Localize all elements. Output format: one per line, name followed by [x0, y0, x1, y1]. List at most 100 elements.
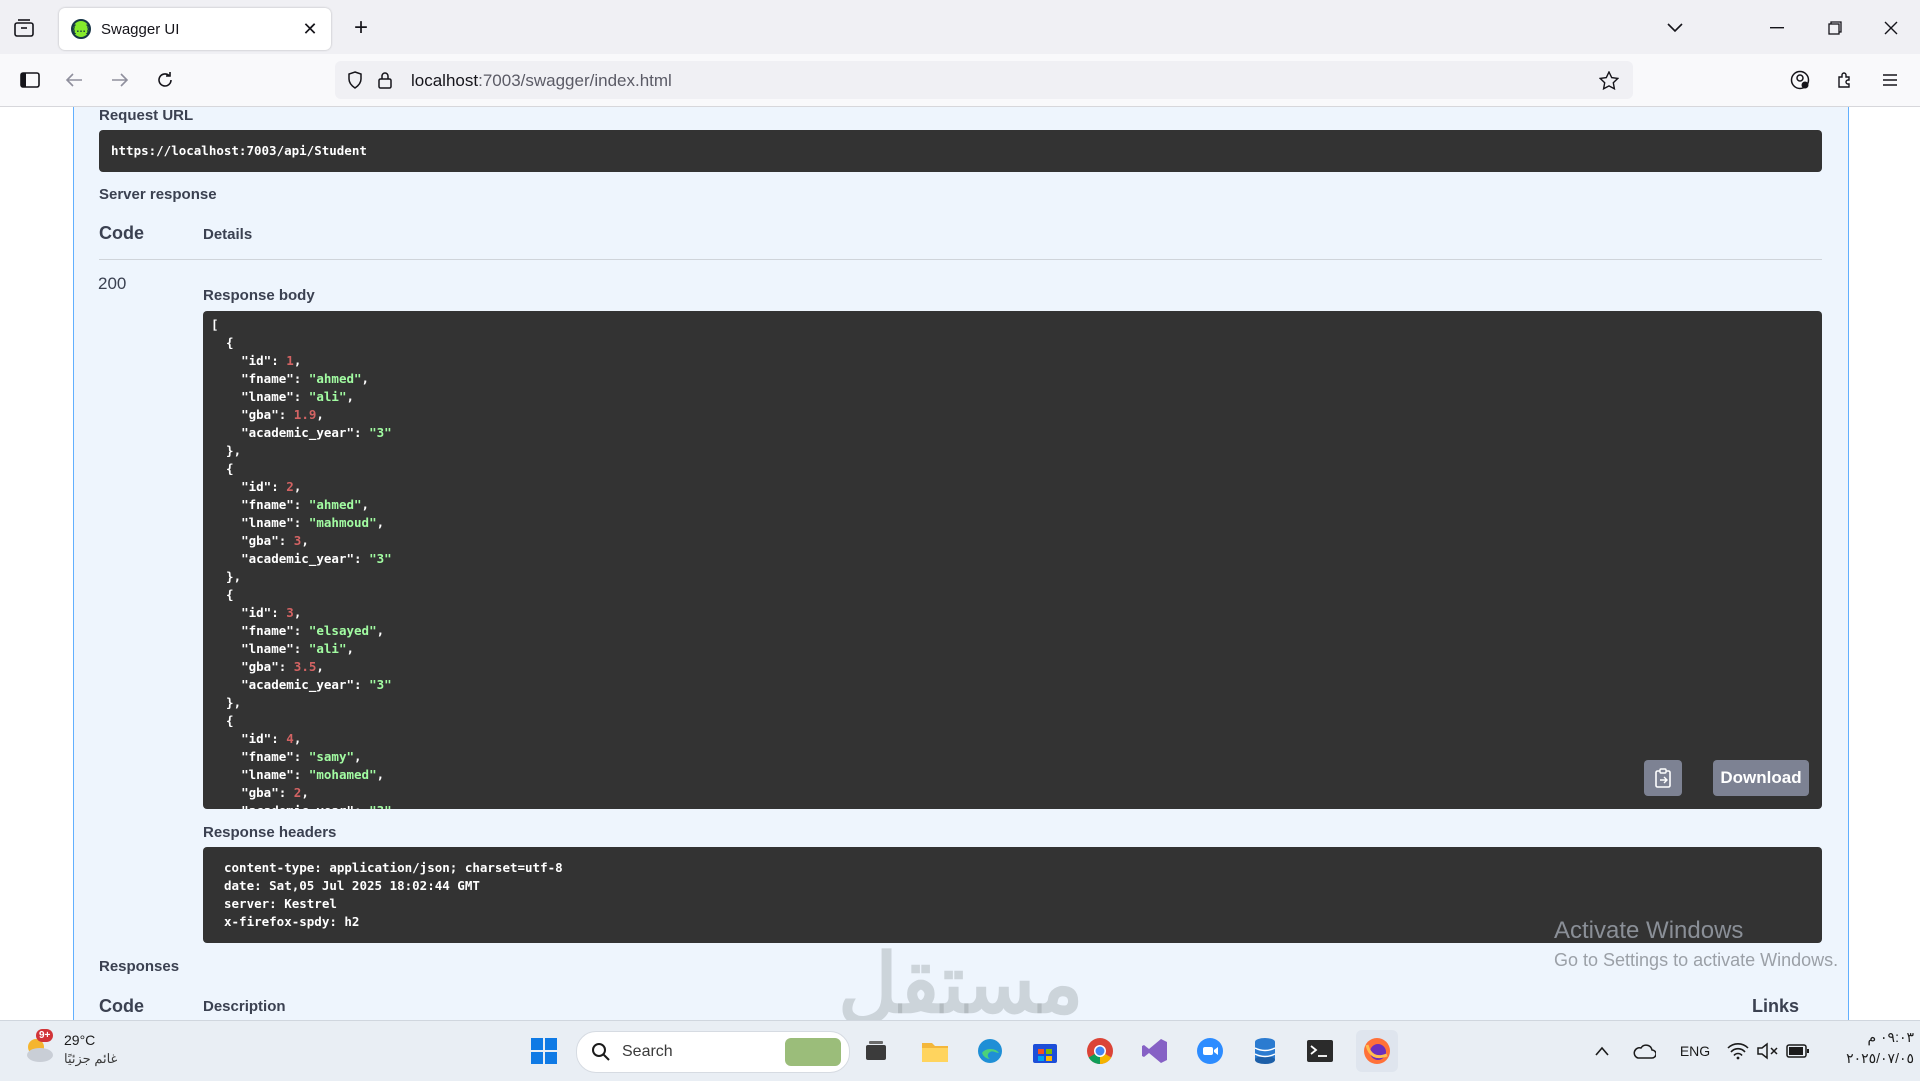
responses-label: Responses: [99, 958, 180, 975]
json-line: "academic_year": "3": [211, 425, 392, 440]
json-line: "gba": 1.9,: [211, 407, 324, 422]
tab-title: Swagger UI: [101, 20, 180, 38]
json-line: "academic_year": "3": [211, 802, 392, 809]
response-header-line: x-firefox-spdy: h2: [224, 914, 360, 929]
shield-icon[interactable]: [343, 68, 367, 92]
response-body-label: Response body: [203, 287, 315, 304]
reload-icon[interactable]: [151, 66, 179, 94]
json-line: },: [211, 569, 242, 584]
sql-server-management-icon[interactable]: [1247, 1033, 1283, 1069]
restore-icon[interactable]: [1818, 14, 1852, 42]
zoom-icon[interactable]: [1192, 1033, 1228, 1069]
json-line: {: [211, 587, 234, 602]
json-line: },: [211, 695, 242, 710]
microsoft-store-icon[interactable]: [1027, 1033, 1063, 1069]
json-line: {: [211, 461, 234, 476]
tab-swagger-ui[interactable]: {…} Swagger UI ✕: [59, 8, 331, 50]
weather-badge: 9+: [36, 1029, 54, 1042]
response-body-json[interactable]: [ { "id": 1, "fname": "ahmed", "lname": …: [211, 316, 392, 809]
url-path: :7003/swagger/index.html: [478, 71, 672, 90]
json-line: },: [211, 443, 242, 458]
file-explorer-icon[interactable]: [917, 1033, 953, 1069]
json-line: "lname": "ali",: [211, 389, 355, 404]
search-highlight-image: [785, 1038, 841, 1066]
account-icon[interactable]: [1786, 66, 1814, 94]
tab-overview-icon[interactable]: [10, 14, 38, 42]
json-line: "lname": "ali",: [211, 641, 355, 656]
response-headers-list: content-type: application/json; charset=…: [224, 859, 563, 931]
visual-studio-icon[interactable]: [1137, 1033, 1173, 1069]
json-line: {: [211, 335, 234, 350]
json-line: "fname": "ahmed",: [211, 371, 370, 386]
url-text: localhost:7003/swagger/index.html: [411, 71, 672, 91]
address-bar[interactable]: localhost:7003/swagger/index.html: [335, 61, 1633, 99]
activate-windows-title: Activate Windows: [1554, 917, 1744, 944]
response-header-line: date: Sat,05 Jul 2025 18:02:44 GMT: [224, 878, 480, 893]
json-line: "gba": 3,: [211, 533, 309, 548]
swagger-favicon-icon: {…}: [71, 19, 91, 39]
code-column-header: Code: [99, 223, 144, 243]
clipboard-icon: [1655, 768, 1671, 788]
responses-code-header: Code: [99, 996, 144, 1016]
request-url-value: https://localhost:7003/api/Student: [111, 143, 367, 158]
show-hidden-icons[interactable]: [1584, 1033, 1620, 1069]
onedrive-icon[interactable]: [1626, 1033, 1662, 1069]
taskbar-search[interactable]: Search: [576, 1031, 850, 1073]
json-line: "gba": 3.5,: [211, 659, 324, 674]
weather-widget[interactable]: 9+ 29°C غائم جزئيًا: [22, 1029, 152, 1073]
task-view-icon[interactable]: [858, 1033, 894, 1069]
language-indicator[interactable]: ENG: [1674, 1033, 1716, 1069]
windows-taskbar: 9+ 29°C غائم جزئيًا Search ENG ٠٩:٠٣ م ٢…: [0, 1020, 1920, 1081]
search-placeholder: Search: [622, 1043, 673, 1060]
mostaql-watermark-arabic: مستقل: [838, 939, 1084, 1020]
minimize-icon[interactable]: [1760, 14, 1794, 42]
swagger-page: Request URL https://localhost:7003/api/S…: [0, 107, 1920, 1020]
start-button[interactable]: [526, 1033, 562, 1069]
close-tab-icon[interactable]: ✕: [299, 18, 321, 40]
new-tab-button[interactable]: +: [346, 14, 376, 42]
json-line: "id": 3,: [211, 605, 302, 620]
request-url-label: Request URL: [99, 107, 194, 124]
status-code: 200: [98, 274, 127, 293]
bookmark-star-icon[interactable]: [1597, 68, 1621, 92]
firefox-icon[interactable]: [1356, 1030, 1398, 1072]
menu-icon[interactable]: [1876, 66, 1904, 94]
copy-to-clipboard-button[interactable]: [1644, 760, 1682, 796]
sidebar-toggle-icon[interactable]: [16, 66, 44, 94]
chrome-icon[interactable]: [1082, 1033, 1118, 1069]
json-line: "lname": "mohamed",: [211, 767, 385, 782]
response-headers-label: Response headers: [203, 824, 337, 841]
header-divider: [99, 259, 1822, 260]
search-icon: [592, 1043, 610, 1061]
navigation-toolbar: localhost:7003/swagger/index.html: [0, 54, 1920, 107]
clock-date: ٢٠٢٥/٠٧/٠٥: [1846, 1050, 1914, 1066]
request-url-box: https://localhost:7003/api/Student: [99, 130, 1822, 172]
terminal-icon[interactable]: [1302, 1033, 1338, 1069]
list-all-tabs-icon[interactable]: [1660, 14, 1690, 42]
responses-description-header: Description: [203, 998, 286, 1015]
json-line: "lname": "mahmoud",: [211, 515, 385, 530]
download-button[interactable]: Download: [1713, 760, 1809, 796]
back-icon[interactable]: [60, 66, 88, 94]
json-line: "fname": "samy",: [211, 749, 362, 764]
close-window-icon[interactable]: [1874, 14, 1908, 42]
json-line: "academic_year": "3": [211, 677, 392, 692]
json-line: "id": 2,: [211, 479, 302, 494]
clock[interactable]: ٠٩:٠٣ م ٢٠٢٥/٠٧/٠٥: [1822, 1029, 1914, 1073]
response-header-line: server: Kestrel: [224, 896, 337, 911]
extensions-icon[interactable]: [1831, 66, 1859, 94]
battery-icon[interactable]: [1780, 1033, 1816, 1069]
tab-bar: {…} Swagger UI ✕ +: [0, 0, 1920, 54]
json-line: "academic_year": "3": [211, 551, 392, 566]
weather-temp: 29°C: [64, 1032, 96, 1048]
json-line: {: [211, 713, 234, 728]
json-line: "id": 1,: [211, 353, 302, 368]
edge-icon[interactable]: [972, 1033, 1008, 1069]
details-column-header: Details: [203, 226, 253, 243]
responses-links-header: Links: [1752, 996, 1800, 1016]
clock-time: ٠٩:٠٣ م: [1867, 1029, 1914, 1045]
lock-icon[interactable]: [373, 68, 397, 92]
forward-icon[interactable]: [106, 66, 134, 94]
json-line: "fname": "ahmed",: [211, 497, 370, 512]
windows-logo-icon: [531, 1038, 557, 1064]
